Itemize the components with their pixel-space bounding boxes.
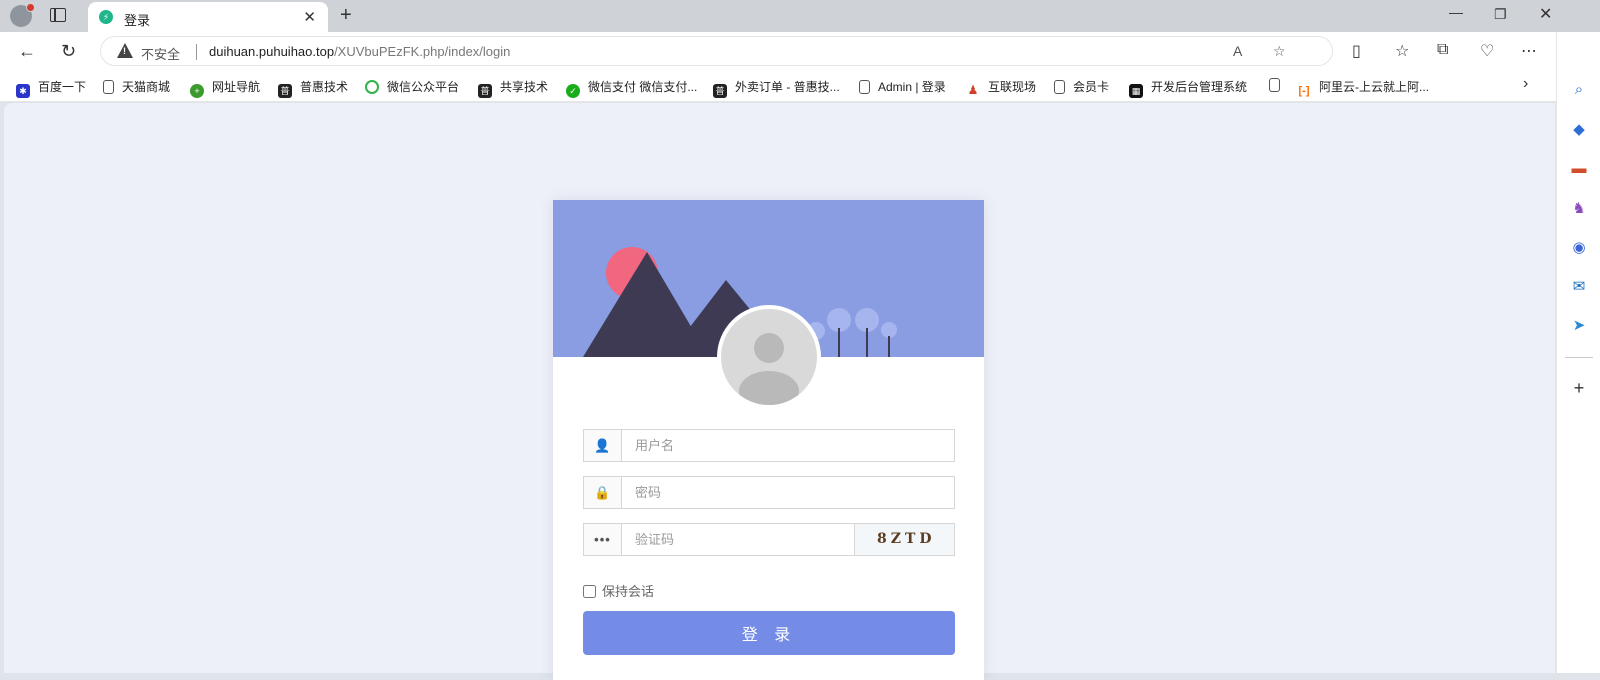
bookmark-item[interactable]: ✓ 微信支付 微信支付... — [566, 78, 697, 98]
tab-title: 登录 — [124, 13, 151, 28]
bookmark-item[interactable]: 普外卖订单 - 普惠技... — [713, 78, 840, 98]
paw-icon: ✱ — [16, 84, 30, 98]
avatar — [721, 309, 817, 405]
microsoft365-icon[interactable]: ◉ — [1569, 238, 1589, 258]
puhui-icon: 普 — [478, 84, 492, 98]
more-menu-icon[interactable]: ⋯ — [1521, 41, 1537, 61]
bookmark-item[interactable]: [-] 阿里云-上云就上阿... — [1297, 78, 1429, 98]
bookmark-item[interactable]: 微信公众平台 — [365, 78, 459, 95]
chevron-right-icon[interactable]: › — [1523, 75, 1528, 93]
tab-login[interactable]: ⚡ 登录 ✕ — [88, 2, 328, 32]
browser-essentials-icon[interactable]: ♡ — [1480, 41, 1494, 61]
login-button[interactable]: 登 录 — [583, 611, 955, 655]
url-host: duihuan.puhuihao.top — [209, 44, 335, 59]
password-input[interactable] — [623, 477, 953, 508]
tab-actions-icon[interactable] — [50, 8, 66, 22]
bookmarks-bar: ✱ 百度一下 天猫商城 + 网址导航 普普惠技术 微信公众平台 普共享技术 ✓ 微信支… — [0, 70, 1556, 102]
favorites-icon[interactable]: ☆ — [1395, 41, 1409, 61]
bookmark-item[interactable]: ♟ 互联现场 — [966, 78, 1036, 97]
captcha-field: ••• 8ZTD — [583, 523, 955, 556]
outlook-icon[interactable]: ✉ — [1569, 277, 1589, 297]
user-silhouette-icon — [739, 333, 799, 405]
ellipsis-icon: ••• — [584, 524, 622, 555]
favorite-star-icon[interactable]: ☆ — [1273, 43, 1286, 60]
bookmark-item[interactable]: 普共享技术 — [478, 78, 548, 98]
remember-session[interactable]: 保持会话 — [583, 581, 654, 600]
site-favicon-icon: ⚡ — [99, 10, 113, 24]
divider — [1565, 357, 1593, 358]
tab-strip: ⚡ 登录 ✕ + — ❐ ✕ — [0, 0, 1600, 32]
add-icon[interactable]: + — [1569, 378, 1589, 398]
read-aloud-icon[interactable]: A — [1233, 43, 1242, 59]
bookmark-item[interactable]: 会员卡 — [1054, 78, 1109, 95]
remember-label: 保持会话 — [602, 584, 655, 599]
bookmark-item[interactable]: ✱ 百度一下 — [16, 78, 86, 98]
close-tab-icon[interactable]: ✕ — [303, 8, 316, 26]
new-tab-icon[interactable]: + — [340, 4, 352, 27]
tools-icon[interactable]: ▬ — [1569, 159, 1589, 179]
login-card: 👤 🔒 ••• 8ZTD 保持会话 登 录 — [553, 200, 984, 680]
page-icon — [859, 80, 870, 94]
drop-send-icon[interactable]: ➤ — [1569, 316, 1589, 336]
figure-icon: ♟ — [966, 83, 980, 97]
aliyun-icon: [-] — [1297, 84, 1311, 98]
address-bar[interactable]: ! 不安全 duihuan.puhuihao.top/XUVbuPEzFK.ph… — [100, 36, 1333, 66]
refresh-icon[interactable]: ↻ — [61, 41, 76, 62]
collections-icon[interactable]: ⧉ — [1437, 41, 1448, 59]
page-icon — [103, 80, 114, 94]
page-icon — [1054, 80, 1065, 94]
minimize-icon[interactable]: — — [1449, 4, 1463, 20]
username-input[interactable] — [623, 430, 953, 461]
wechat-mp-icon — [365, 80, 379, 94]
bookmark-item[interactable]: Admin | 登录 — [859, 78, 946, 95]
search-icon[interactable]: ⌕ — [1569, 80, 1589, 100]
bookmark-item[interactable]: + 网址导航 — [190, 78, 260, 98]
puhui-icon: 普 — [278, 84, 292, 98]
profile-avatar[interactable] — [10, 3, 35, 27]
username-field: 👤 — [583, 429, 955, 462]
navigation-icon: + — [190, 84, 204, 98]
url-text[interactable]: duihuan.puhuihao.top/XUVbuPEzFK.php/inde… — [209, 44, 510, 59]
edge-sidebar: ⌕ ◆ ▬ ♞ ◉ ✉ ➤ + — [1556, 32, 1600, 673]
captcha-input[interactable] — [623, 524, 851, 555]
shopping-tag-icon[interactable]: ◆ — [1569, 120, 1589, 140]
qr-icon: ▦ — [1129, 84, 1143, 98]
browser-window: ⚡ 登录 ✕ + — ❐ ✕ ← ↻ ! 不安全 duihuan.puhuiha… — [0, 0, 1600, 680]
bookmark-item[interactable]: 普普惠技术 — [278, 78, 348, 98]
wechat-pay-icon: ✓ — [566, 84, 580, 98]
back-icon[interactable]: ← — [18, 41, 36, 62]
insecure-label[interactable]: 不安全 — [141, 44, 180, 63]
password-field: 🔒 — [583, 476, 955, 509]
url-path: /XUVbuPEzFK.php/index/login — [334, 44, 511, 59]
remember-checkbox[interactable] — [583, 585, 596, 598]
captcha-image[interactable]: 8ZTD — [854, 524, 954, 555]
games-icon[interactable]: ♞ — [1569, 199, 1589, 219]
page-content: 👤 🔒 ••• 8ZTD 保持会话 登 录 — [4, 103, 1555, 680]
restore-icon[interactable]: ❐ — [1494, 6, 1507, 23]
split-screen-icon[interactable]: ▯ — [1352, 41, 1361, 61]
toolbar: ← ↻ ! 不安全 duihuan.puhuihao.top/XUVbuPEzF… — [0, 32, 1600, 70]
lock-icon: 🔒 — [584, 477, 622, 508]
page-icon — [1269, 78, 1280, 92]
close-window-icon[interactable]: ✕ — [1539, 4, 1552, 24]
divider — [196, 44, 197, 60]
user-icon: 👤 — [584, 430, 622, 461]
puhui-icon: 普 — [713, 84, 727, 98]
captcha-text: 8ZTD — [877, 531, 936, 547]
bookmark-item[interactable]: 天猫商城 — [103, 78, 170, 95]
bookmark-item[interactable] — [1269, 78, 1288, 92]
bookmark-item[interactable]: ▦ 开发后台管理系统 — [1129, 78, 1247, 98]
